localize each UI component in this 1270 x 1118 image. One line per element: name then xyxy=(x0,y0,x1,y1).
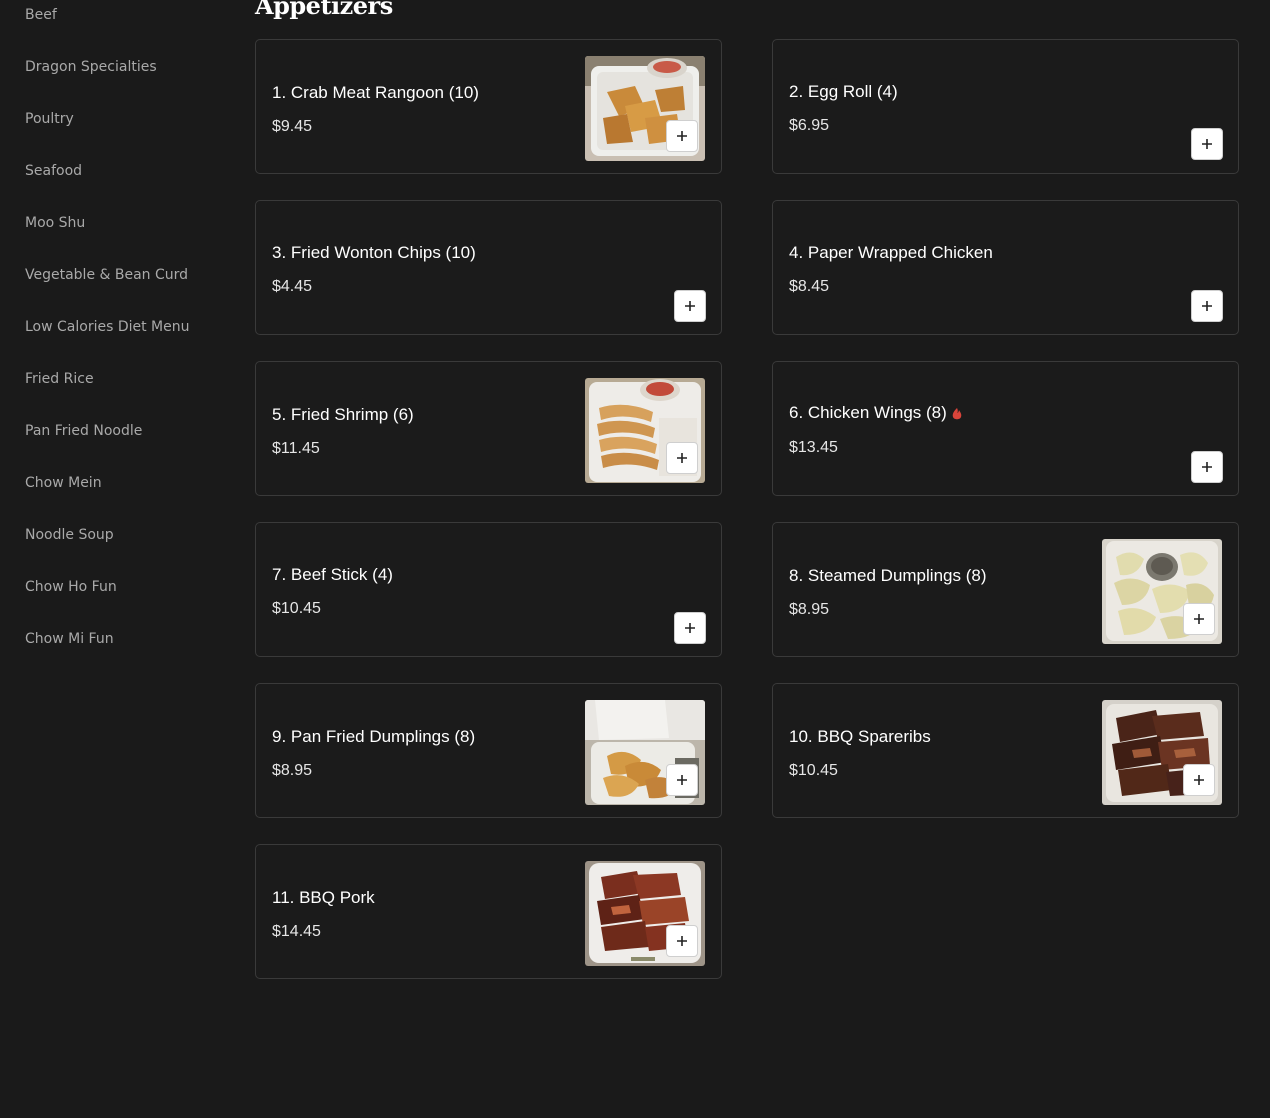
add-to-cart-button[interactable] xyxy=(1191,451,1223,483)
add-to-cart-button[interactable] xyxy=(1183,603,1215,635)
menu-item-card[interactable]: 7. Beef Stick (4) $10.45 xyxy=(255,522,722,657)
sidebar-item-moo-shu[interactable]: Moo Shu xyxy=(25,214,85,232)
plus-icon xyxy=(677,936,687,946)
item-price: $11.45 xyxy=(272,440,320,457)
sidebar-item-beef[interactable]: Beef xyxy=(25,6,57,24)
add-to-cart-button[interactable] xyxy=(1191,128,1223,160)
add-to-cart-button[interactable] xyxy=(674,290,706,322)
item-name: 10. BBQ Spareribs xyxy=(789,727,931,746)
plus-icon xyxy=(1202,139,1212,149)
plus-icon xyxy=(677,775,687,785)
plus-icon xyxy=(1202,462,1212,472)
item-name: 1. Crab Meat Rangoon (10) xyxy=(272,83,479,102)
sidebar-item-poultry[interactable]: Poultry xyxy=(25,110,74,128)
add-to-cart-button[interactable] xyxy=(666,764,698,796)
plus-icon xyxy=(685,623,695,633)
menu-item-card[interactable]: 8. Steamed Dumplings (8) $8.95 xyxy=(772,522,1239,657)
menu-item-card[interactable]: 3. Fried Wonton Chips (10) $4.45 xyxy=(255,200,722,335)
item-name: 6. Chicken Wings (8) xyxy=(789,402,963,424)
menu-item-card[interactable]: 1. Crab Meat Rangoon (10) $9.45 xyxy=(255,39,722,174)
add-to-cart-button[interactable] xyxy=(1191,290,1223,322)
menu-item-card[interactable]: 4. Paper Wrapped Chicken $8.45 xyxy=(772,200,1239,335)
add-to-cart-button[interactable] xyxy=(674,612,706,644)
item-price: $13.45 xyxy=(789,439,838,456)
sidebar-item-fried-rice[interactable]: Fried Rice xyxy=(25,370,94,388)
item-name: 5. Fried Shrimp (6) xyxy=(272,405,414,424)
item-name: 3. Fried Wonton Chips (10) xyxy=(272,243,476,262)
sidebar-item-dragon-specialties[interactable]: Dragon Specialties xyxy=(25,58,157,76)
item-price: $9.45 xyxy=(272,118,313,135)
sidebar-item-chow-mi-fun[interactable]: Chow Mi Fun xyxy=(25,630,114,648)
add-to-cart-button[interactable] xyxy=(666,442,698,474)
menu-item-card[interactable]: 10. BBQ Spareribs $10.45 xyxy=(772,683,1239,818)
sidebar-item-pan-fried-noodle[interactable]: Pan Fried Noodle xyxy=(25,422,142,440)
item-name: 7. Beef Stick (4) xyxy=(272,565,393,584)
item-price: $14.45 xyxy=(272,923,321,940)
item-price: $10.45 xyxy=(789,762,838,779)
sidebar-item-low-calories-diet-menu[interactable]: Low Calories Diet Menu xyxy=(25,318,190,336)
sidebar-item-vegetable-bean-curd[interactable]: Vegetable & Bean Curd xyxy=(25,266,188,284)
sidebar-item-chow-mein[interactable]: Chow Mein xyxy=(25,474,102,492)
menu-item-card[interactable]: 9. Pan Fried Dumplings (8) $8.95 xyxy=(255,683,722,818)
item-price: $10.45 xyxy=(272,600,321,617)
plus-icon xyxy=(677,131,687,141)
plus-icon xyxy=(677,453,687,463)
item-name: 11. BBQ Pork xyxy=(272,888,375,907)
item-name: 9. Pan Fried Dumplings (8) xyxy=(272,727,476,746)
item-price: $8.45 xyxy=(789,278,830,295)
plus-icon xyxy=(1194,614,1204,624)
item-price: $4.45 xyxy=(272,278,313,295)
item-name: 4. Paper Wrapped Chicken xyxy=(789,243,993,262)
menu-page: Beef Dragon Specialties Poultry Seafood … xyxy=(0,0,1270,1118)
item-price: $8.95 xyxy=(272,762,313,779)
menu-item-card[interactable]: 11. BBQ Pork $14.45 xyxy=(255,844,722,979)
sidebar-item-chow-ho-fun[interactable]: Chow Ho Fun xyxy=(25,578,117,596)
sidebar-item-seafood[interactable]: Seafood xyxy=(25,162,82,180)
item-name: 2. Egg Roll (4) xyxy=(789,82,898,101)
item-name: 8. Steamed Dumplings (8) xyxy=(789,566,987,585)
plus-icon xyxy=(1202,301,1212,311)
section-title: Appetizers xyxy=(255,0,393,20)
item-price: $8.95 xyxy=(789,601,830,618)
item-name-text: 6. Chicken Wings (8) xyxy=(789,403,947,422)
add-to-cart-button[interactable] xyxy=(1183,764,1215,796)
menu-item-card[interactable]: 6. Chicken Wings (8) $13.45 xyxy=(772,361,1239,496)
sidebar-item-noodle-soup[interactable]: Noodle Soup xyxy=(25,526,114,544)
menu-item-card[interactable]: 5. Fried Shrimp (6) $11.45 xyxy=(255,361,722,496)
add-to-cart-button[interactable] xyxy=(666,120,698,152)
add-to-cart-button[interactable] xyxy=(666,925,698,957)
menu-item-card[interactable]: 2. Egg Roll (4) $6.95 xyxy=(772,39,1239,174)
plus-icon xyxy=(685,301,695,311)
item-price: $6.95 xyxy=(789,117,830,134)
plus-icon xyxy=(1194,775,1204,785)
chili-pepper-icon xyxy=(952,407,962,419)
